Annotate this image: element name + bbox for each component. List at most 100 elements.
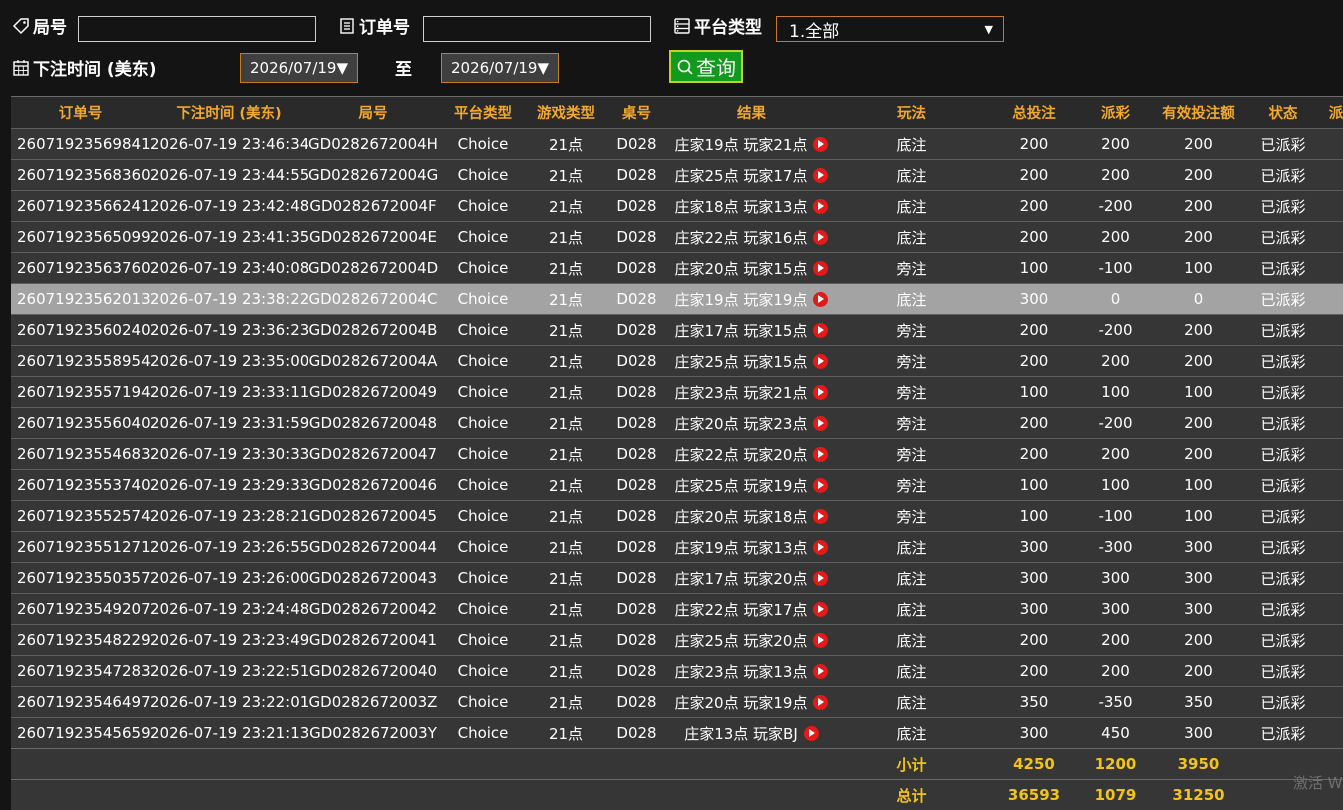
play-video-icon[interactable] — [813, 292, 828, 307]
table-row[interactable]: 2607192356836022026-07-19 23:44:55GD0282… — [11, 160, 1343, 191]
table-row[interactable]: 2607192354565922026-07-19 23:21:13GD0282… — [11, 718, 1343, 749]
order-cell: 260719235637603 — [11, 253, 150, 284]
header-play[interactable]: 玩法 — [834, 97, 989, 129]
play-video-icon[interactable] — [813, 633, 828, 648]
table-row[interactable]: 2607192355374002026-07-19 23:29:33GD0282… — [11, 470, 1343, 501]
play-video-icon[interactable] — [813, 323, 828, 338]
extra-cell — [1321, 160, 1343, 191]
status-cell: 已派彩 — [1245, 563, 1321, 594]
table-row[interactable]: 2607192356984132026-07-19 23:46:34GD0282… — [11, 129, 1343, 160]
platform-cell: Choice — [438, 563, 528, 594]
play-type-cell: 底注 — [834, 594, 989, 625]
time-label: 下注时间 (美东) — [33, 55, 156, 80]
play-video-icon[interactable] — [813, 261, 828, 276]
header-payout[interactable]: 派彩 — [1079, 97, 1152, 129]
round-cell: GD0282672004A — [308, 346, 438, 377]
play-video-icon[interactable] — [813, 447, 828, 462]
result-cell: 庄家17点 玩家20点 — [669, 563, 834, 594]
table-row[interactable]: 2607192356024002026-07-19 23:36:23GD0282… — [11, 315, 1343, 346]
result-cell: 庄家20点 玩家15点 — [669, 253, 834, 284]
header-platform[interactable]: 平台类型 — [438, 97, 528, 129]
round-cell: GD0282672004F — [308, 191, 438, 222]
status-cell: 已派彩 — [1245, 315, 1321, 346]
subtotal-valid: 3950 — [1152, 749, 1245, 780]
table-cell: D028 — [604, 253, 669, 284]
bet-cell: 200 — [989, 625, 1079, 656]
play-video-icon[interactable] — [813, 416, 828, 431]
order-label-group: 订单号 — [338, 13, 410, 38]
payout-cell: -300 — [1079, 532, 1152, 563]
table-row[interactable]: 2607192356376032026-07-19 23:40:08GD0282… — [11, 253, 1343, 284]
table-row[interactable]: 2607192354822942026-07-19 23:23:49GD0282… — [11, 625, 1343, 656]
play-type-cell: 底注 — [834, 191, 989, 222]
table-row[interactable]: 2607192354649772026-07-19 23:22:01GD0282… — [11, 687, 1343, 718]
round-input[interactable] — [78, 16, 316, 42]
table-row[interactable]: 2607192356509922026-07-19 23:41:35GD0282… — [11, 222, 1343, 253]
table-row[interactable]: 2607192355468382026-07-19 23:30:33GD0282… — [11, 439, 1343, 470]
header-game[interactable]: 游戏类型 — [528, 97, 604, 129]
table-cell: D028 — [604, 718, 669, 749]
table-cell: D028 — [604, 532, 669, 563]
header-bet[interactable]: 总投注 — [989, 97, 1079, 129]
header-round[interactable]: 局号 — [308, 97, 438, 129]
to-label: 至 — [395, 55, 412, 80]
status-cell: 已派彩 — [1245, 656, 1321, 687]
header-extra[interactable]: 派 — [1321, 97, 1343, 129]
date-to-picker[interactable]: 2026/07/19▼ — [441, 53, 559, 83]
play-video-icon[interactable] — [813, 137, 828, 152]
platform-select[interactable]: 1.全部 ▼ — [776, 16, 1004, 42]
status-cell: 已派彩 — [1245, 408, 1321, 439]
game-cell: 21点 — [528, 625, 604, 656]
subtotal-bet: 4250 — [989, 749, 1079, 780]
play-type-cell: 底注 — [834, 687, 989, 718]
result-text: 庄家19点 玩家13点 — [675, 537, 808, 558]
play-video-icon[interactable] — [813, 199, 828, 214]
table-row[interactable]: 2607192356624172026-07-19 23:42:48GD0282… — [11, 191, 1343, 222]
play-video-icon[interactable] — [813, 509, 828, 524]
round-cell: GD02826720043 — [308, 563, 438, 594]
header-time[interactable]: 下注时间 (美东) — [150, 97, 308, 129]
header-status[interactable]: 状态 — [1245, 97, 1321, 129]
payout-cell: 200 — [1079, 346, 1152, 377]
time-cell: 2026-07-19 23:21:13 — [150, 718, 308, 749]
table-row[interactable]: 2607192355895432026-07-19 23:35:00GD0282… — [11, 346, 1343, 377]
payout-cell: 300 — [1079, 594, 1152, 625]
play-video-icon[interactable] — [813, 385, 828, 400]
table-row[interactable]: 2607192354920762026-07-19 23:24:48GD0282… — [11, 594, 1343, 625]
table-row[interactable]: 2607192355127112026-07-19 23:26:55GD0282… — [11, 532, 1343, 563]
header-order[interactable]: 订单号 — [11, 97, 150, 129]
play-video-icon[interactable] — [813, 540, 828, 555]
play-video-icon[interactable] — [813, 168, 828, 183]
query-button[interactable]: 查询 — [669, 50, 743, 83]
time-cell: 2026-07-19 23:26:00 — [150, 563, 308, 594]
result-text: 庄家19点 玩家21点 — [675, 134, 808, 155]
table-row[interactable]: 2607192355035712026-07-19 23:26:00GD0282… — [11, 563, 1343, 594]
play-video-icon[interactable] — [813, 354, 828, 369]
game-cell: 21点 — [528, 377, 604, 408]
play-video-icon[interactable] — [813, 695, 828, 710]
table-row[interactable]: 2607192355604042026-07-19 23:31:59GD0282… — [11, 408, 1343, 439]
table-row[interactable]: 2607192355719442026-07-19 23:33:11GD0282… — [11, 377, 1343, 408]
play-video-icon[interactable] — [804, 726, 819, 741]
status-cell: 已派彩 — [1245, 625, 1321, 656]
header-table[interactable]: 桌号 — [604, 97, 669, 129]
play-type-cell: 底注 — [834, 222, 989, 253]
result-text: 庄家13点 玩家BJ — [684, 723, 798, 744]
game-cell: 21点 — [528, 191, 604, 222]
order-input[interactable] — [423, 16, 651, 42]
play-video-icon[interactable] — [813, 478, 828, 493]
extra-cell — [1321, 656, 1343, 687]
play-video-icon[interactable] — [813, 602, 828, 617]
header-result[interactable]: 结果 — [669, 97, 834, 129]
date-from-picker[interactable]: 2026/07/19▼ — [240, 53, 358, 83]
table-row[interactable]: 2607192355257402026-07-19 23:28:21GD0282… — [11, 501, 1343, 532]
header-valid[interactable]: 有效投注额 — [1152, 97, 1245, 129]
play-video-icon[interactable] — [813, 230, 828, 245]
play-type-cell: 旁注 — [834, 470, 989, 501]
table-row[interactable]: 2607192354728302026-07-19 23:22:51GD0282… — [11, 656, 1343, 687]
play-video-icon[interactable] — [813, 664, 828, 679]
table-row[interactable]: 2607192356201362026-07-19 23:38:22GD0282… — [11, 284, 1343, 315]
result-text: 庄家23点 玩家13点 — [675, 661, 808, 682]
status-cell: 已派彩 — [1245, 470, 1321, 501]
play-video-icon[interactable] — [813, 571, 828, 586]
